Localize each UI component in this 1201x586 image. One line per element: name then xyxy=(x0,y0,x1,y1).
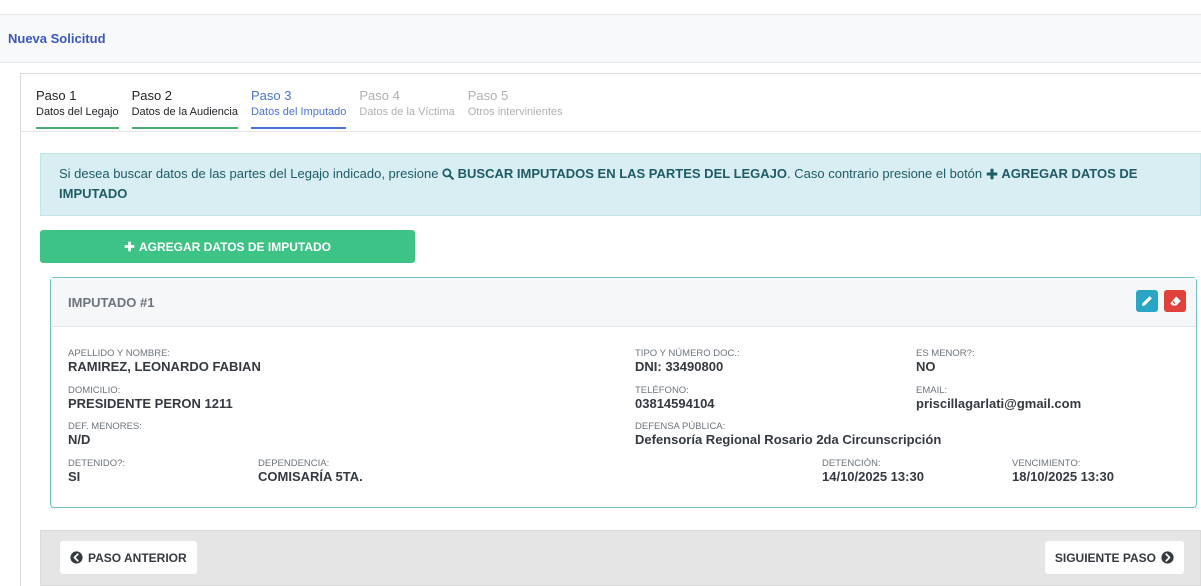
info-text-1: Si desea buscar datos de las partes del … xyxy=(59,166,443,181)
field-vencimiento: VENCIMIENTO: 18/10/2025 13:30 xyxy=(1012,458,1114,485)
page: Nueva Solicitud Paso 1 Datos del Legajo … xyxy=(0,0,1201,586)
field-label: ES MENOR?: xyxy=(916,348,975,359)
field-value: PRESIDENTE PERON 1211 xyxy=(68,396,233,411)
field-value: N/D xyxy=(68,432,91,447)
field-value: SI xyxy=(68,469,81,484)
page-title: Nueva Solicitud xyxy=(8,31,106,46)
edit-imputado-button[interactable] xyxy=(1136,290,1158,312)
next-step-label: SIGUIENTE PASO xyxy=(1054,550,1156,565)
step-2[interactable]: Paso 2 Datos de la Audiencia xyxy=(131,87,238,129)
imputado-title: IMPUTADO #1 xyxy=(68,294,155,310)
page-header: Nueva Solicitud xyxy=(0,14,1201,63)
field-domicilio: DOMICILIO: PRESIDENTE PERON 1211 xyxy=(68,385,233,412)
field-detencion: DETENCIÓN: 14/10/2025 13:30 xyxy=(822,458,924,485)
step-5[interactable]: Paso 5 Otros intervinientes xyxy=(468,87,563,129)
field-value: NO xyxy=(916,359,936,374)
step-4[interactable]: Paso 4 Datos de la Víctima xyxy=(359,87,454,129)
field-value: 14/10/2025 13:30 xyxy=(822,469,924,484)
arrow-circle-right-icon xyxy=(1161,551,1174,564)
field-value: priscillagarlati@gmail.com xyxy=(916,396,1082,411)
step-1[interactable]: Paso 1 Datos del Legajo xyxy=(36,87,119,129)
next-step-button[interactable]: SIGUIENTE PASO xyxy=(1044,541,1184,574)
field-label: DEF. MENORES: xyxy=(68,421,142,432)
add-imputado-label: AGREGAR DATOS DE IMPUTADO xyxy=(138,239,331,254)
field-label: TIPO Y NÚMERO DOC.: xyxy=(635,348,740,359)
search-icon xyxy=(442,168,454,180)
field-es-menor: ES MENOR?: NO xyxy=(916,348,975,375)
field-label: DETENIDO?: xyxy=(68,458,126,469)
wizard-footer: PASO ANTERIOR SIGUIENTE PASO xyxy=(40,530,1201,586)
arrow-circle-left-icon xyxy=(70,551,83,564)
prev-step-button[interactable]: PASO ANTERIOR xyxy=(60,541,197,574)
field-def-menores: DEF. MENORES: N/D xyxy=(68,421,142,448)
field-defensa-publica: DEFENSA PÚBLICA: Defensoría Regional Ros… xyxy=(635,421,941,448)
plus-icon xyxy=(986,168,998,180)
imputado-card-header: IMPUTADO #1 xyxy=(51,278,1196,327)
step-label: Datos del Legajo xyxy=(36,106,119,118)
step-label: Otros intervinientes xyxy=(467,106,563,118)
field-label: DEFENSA PÚBLICA: xyxy=(635,421,726,432)
field-value: Defensoría Regional Rosario 2da Circunsc… xyxy=(635,432,942,447)
field-value: DNI: 33490800 xyxy=(635,359,724,374)
wizard-steps: Paso 1 Datos del Legajo Paso 2 Datos de … xyxy=(36,87,576,129)
field-label: EMAIL: xyxy=(916,385,948,396)
field-label: DEPENDENCIA: xyxy=(258,458,330,469)
imputado-card: IMPUTADO #1 APELLIDO Y NOMBRE: RAMIREZ, … xyxy=(50,277,1197,508)
info-alert: Si desea buscar datos de las partes del … xyxy=(40,153,1201,216)
field-detenido: DETENIDO?: SI xyxy=(68,458,125,485)
pencil-icon xyxy=(1142,296,1152,306)
step-number: Paso 4 xyxy=(359,88,400,103)
steps-divider xyxy=(20,131,1201,132)
step-3[interactable]: Paso 3 Datos del Imputado xyxy=(250,87,347,129)
field-email: EMAIL: priscillagarlati@gmail.com xyxy=(916,385,1081,412)
step-number: Paso 2 xyxy=(131,88,173,103)
step-number: Paso 3 xyxy=(250,88,292,103)
step-label: Datos de la Víctima xyxy=(359,106,455,118)
field-label: TELÉFONO: xyxy=(635,385,689,396)
step-number: Paso 1 xyxy=(36,88,77,103)
plus-icon xyxy=(124,241,135,252)
field-label: APELLIDO Y NOMBRE: xyxy=(68,348,171,359)
field-value: 18/10/2025 13:30 xyxy=(1012,469,1114,484)
field-value: 03814594104 xyxy=(635,396,715,411)
field-label: DETENCIÓN: xyxy=(822,458,881,469)
field-telefono: TELÉFONO: 03814594104 xyxy=(635,385,715,412)
prev-step-label: PASO ANTERIOR xyxy=(88,550,187,565)
step-label: Datos del Imputado xyxy=(250,106,347,118)
delete-imputado-button[interactable] xyxy=(1164,290,1186,312)
step-label: Datos de la Audiencia xyxy=(131,106,238,118)
field-value: RAMIREZ, LEONARDO FABIAN xyxy=(68,359,261,374)
field-value: COMISARÍA 5TA. xyxy=(258,469,363,484)
add-imputado-button[interactable]: AGREGAR DATOS DE IMPUTADO xyxy=(40,230,415,263)
field-label: VENCIMIENTO: xyxy=(1012,458,1081,469)
eraser-icon xyxy=(1169,296,1181,306)
info-text-2: . Caso contrario presione el botón xyxy=(787,166,986,181)
field-tipo-doc: TIPO Y NÚMERO DOC.: DNI: 33490800 xyxy=(635,348,740,375)
field-label: DOMICILIO: xyxy=(68,385,121,396)
field-dependencia: DEPENDENCIA: COMISARÍA 5TA. xyxy=(258,458,363,485)
step-number: Paso 5 xyxy=(467,88,509,103)
field-apellido-nombre: APELLIDO Y NOMBRE: RAMIREZ, LEONARDO FAB… xyxy=(68,348,261,375)
info-search-label: BUSCAR IMPUTADOS EN LAS PARTES DEL LEGAJ… xyxy=(457,166,788,181)
